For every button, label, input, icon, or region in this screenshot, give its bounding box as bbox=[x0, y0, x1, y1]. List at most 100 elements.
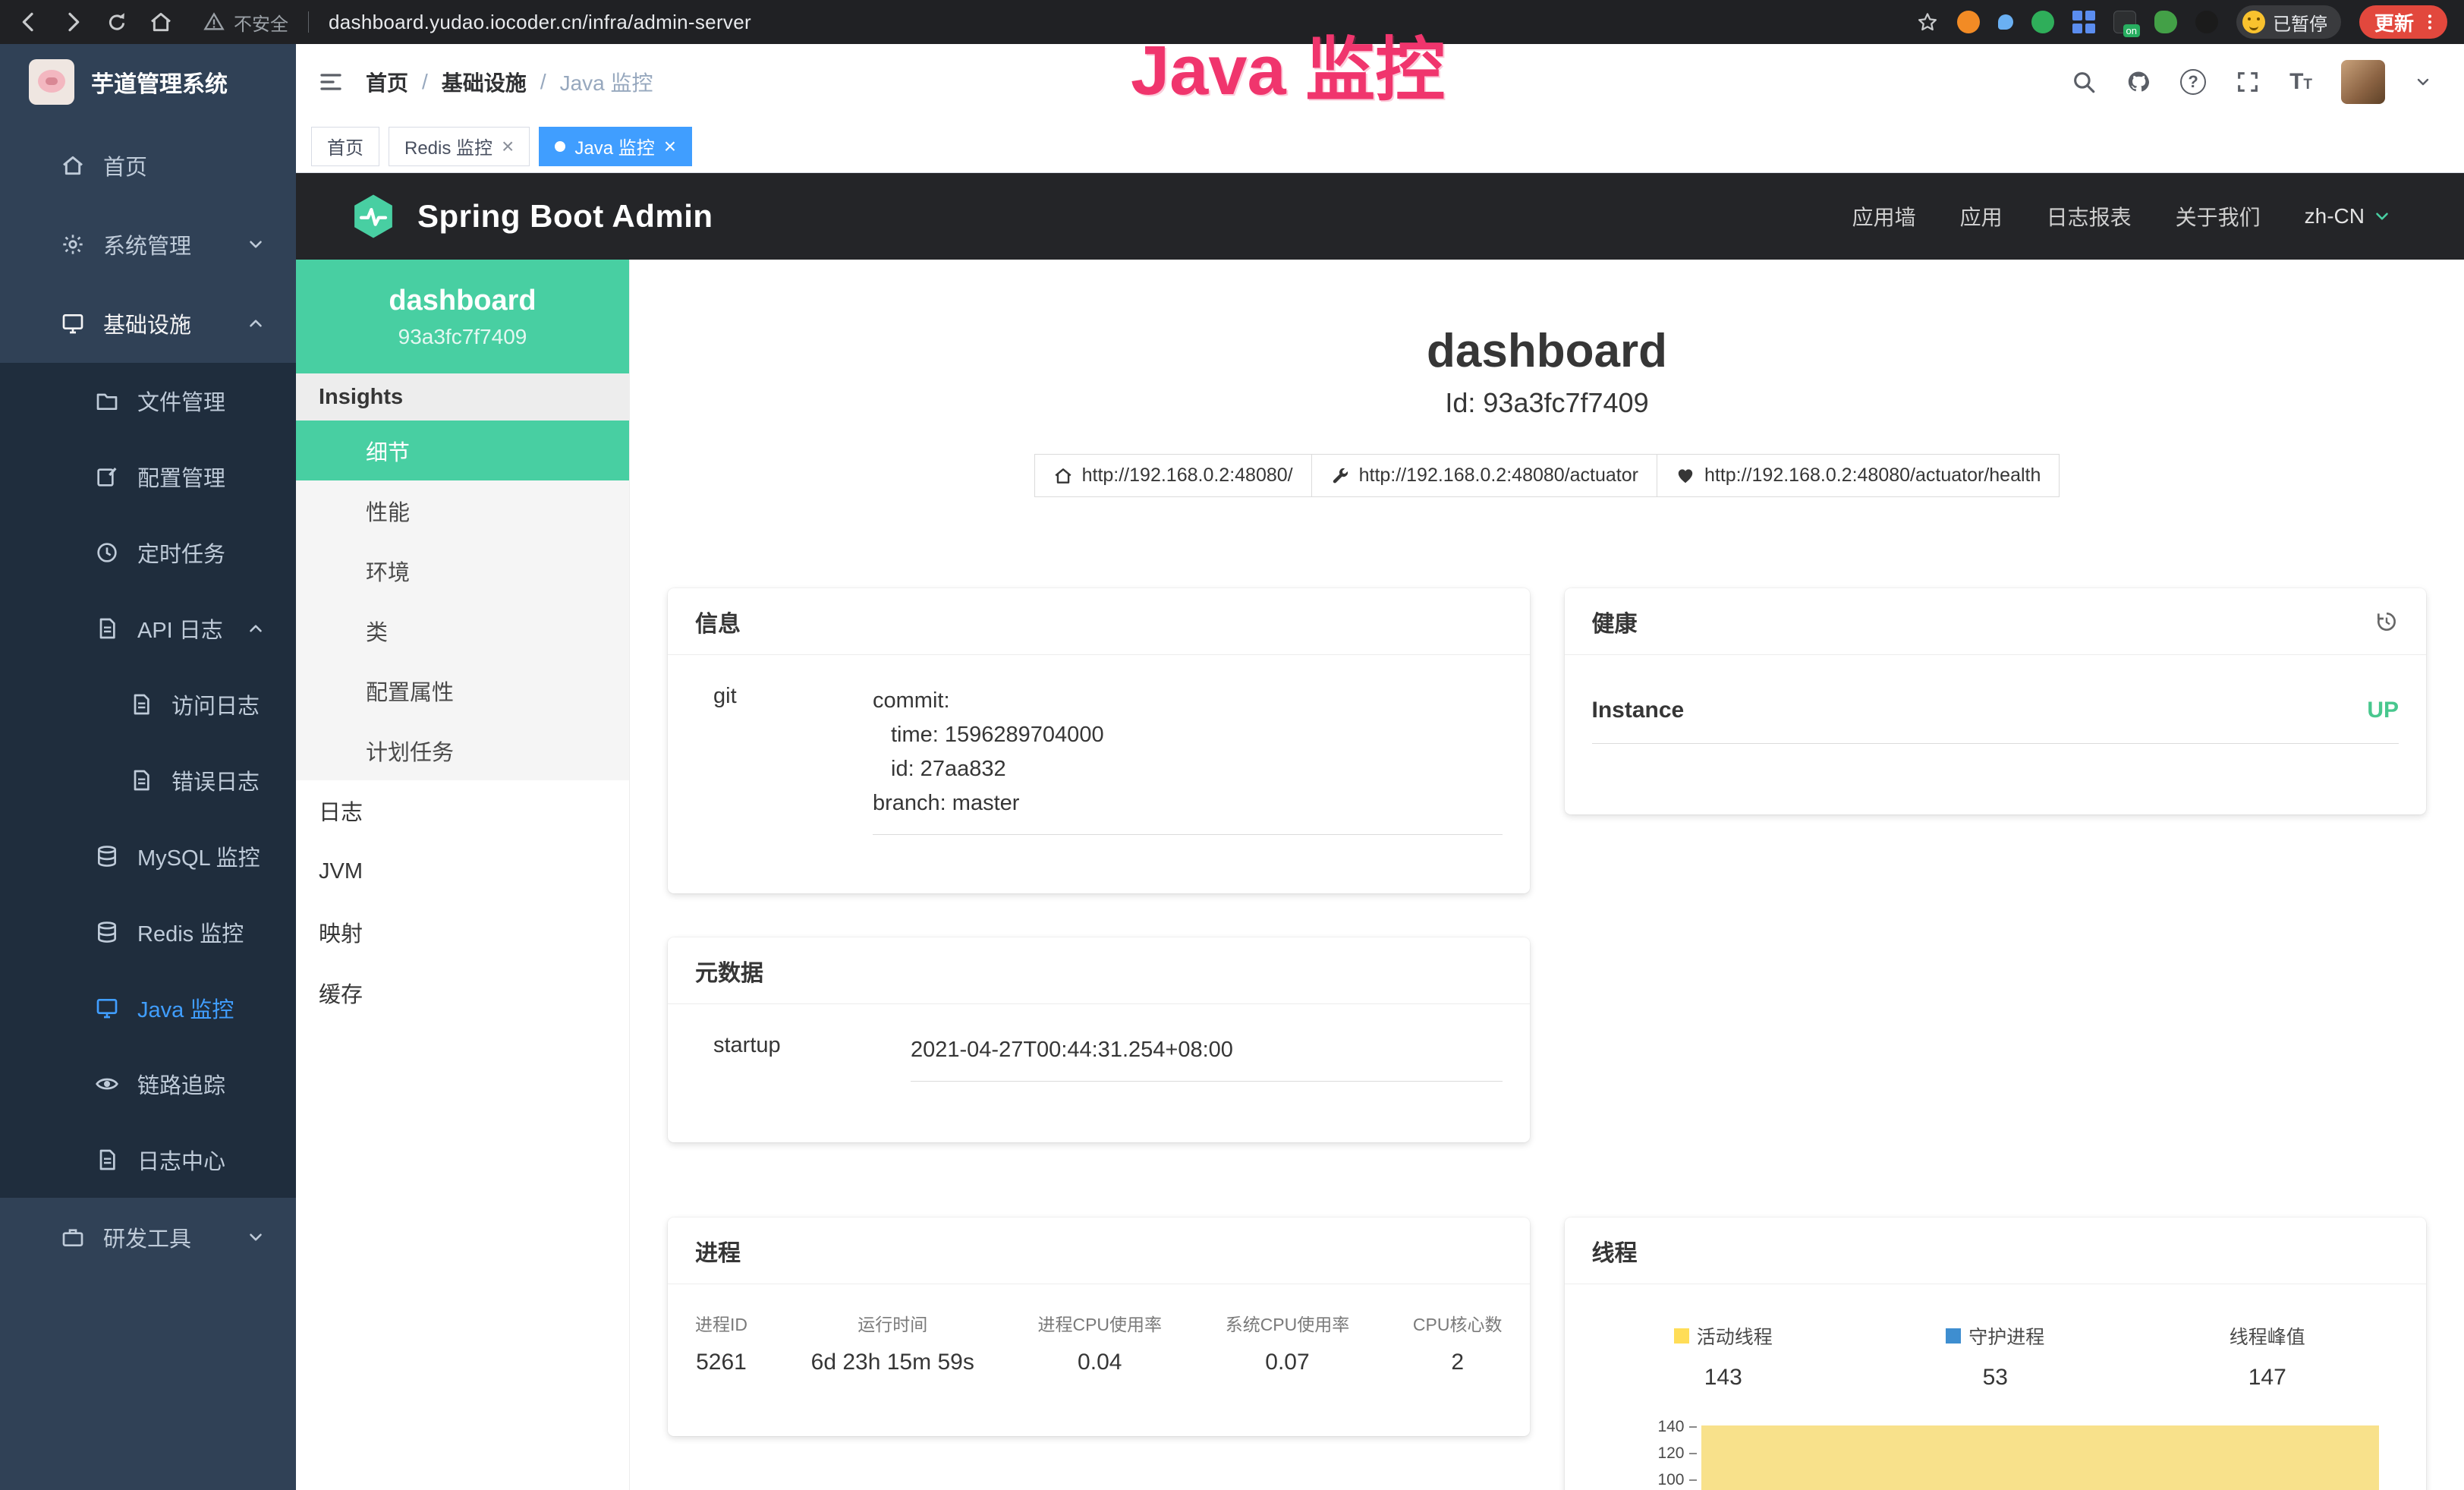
cell-value: 5261 bbox=[695, 1350, 747, 1375]
actuator-url-link[interactable]: http://192.168.0.2:48080/actuator bbox=[1311, 454, 1657, 497]
legend-label: 活动线程 bbox=[1697, 1322, 1773, 1350]
sidebar-item-infrastructure[interactable]: 基础设施 bbox=[0, 284, 296, 363]
cell-value: 0.07 bbox=[1226, 1350, 1350, 1375]
extension-icon-orange[interactable] bbox=[1957, 11, 1980, 33]
sba-item-caches[interactable]: 缓存 bbox=[296, 962, 629, 1023]
avatar[interactable] bbox=[2341, 60, 2385, 104]
sba-item-logs[interactable]: 日志 bbox=[296, 780, 629, 841]
sidebar-item-dev-tools[interactable]: 研发工具 bbox=[0, 1198, 296, 1277]
help-icon[interactable]: ? bbox=[2180, 69, 2206, 95]
database-icon bbox=[95, 920, 119, 944]
sidebar-item-java-monitor[interactable]: Java 监控 bbox=[0, 970, 296, 1046]
address-bar[interactable]: dashboard.yudao.iocoder.cn/infra/admin-s… bbox=[329, 11, 751, 34]
heart-icon bbox=[1676, 466, 1695, 486]
sidebar-item-file-management[interactable]: 文件管理 bbox=[0, 363, 296, 439]
chevron-down-icon[interactable] bbox=[2414, 73, 2432, 91]
sidebar-menu: 首页 系统管理 基础设施 文件管理 bbox=[0, 120, 296, 1277]
legend-live-threads: 活动线程 143 bbox=[1588, 1322, 1860, 1391]
health-url-link[interactable]: http://192.168.0.2:48080/actuator/health bbox=[1657, 454, 2060, 497]
browser-home-icon[interactable] bbox=[149, 10, 173, 34]
history-icon[interactable] bbox=[2374, 610, 2399, 634]
security-chip[interactable]: 不安全 bbox=[203, 9, 288, 36]
fullscreen-icon[interactable] bbox=[2235, 69, 2261, 95]
close-icon[interactable]: × bbox=[664, 136, 676, 157]
sidebar-item-label: Redis 监控 bbox=[137, 916, 244, 948]
emoji-face-icon bbox=[2242, 11, 2265, 33]
sba-item-configprops[interactable]: 配置属性 bbox=[296, 660, 629, 720]
sidebar-item-config-management[interactable]: 配置管理 bbox=[0, 439, 296, 515]
chevron-up-icon bbox=[246, 313, 266, 333]
search-icon[interactable] bbox=[2071, 69, 2097, 95]
extension-icon-drop[interactable] bbox=[1998, 14, 2013, 30]
sidebar-item-access-logs[interactable]: 访问日志 bbox=[0, 666, 296, 742]
app-sidebar: 芋道管理系统 首页 系统管理 基础设施 bbox=[0, 44, 296, 1490]
sba-item-jvm[interactable]: JVM bbox=[296, 841, 629, 902]
back-icon[interactable] bbox=[17, 10, 41, 34]
github-icon[interactable] bbox=[2126, 69, 2151, 95]
tab-redis-monitor[interactable]: Redis 监控 × bbox=[389, 127, 530, 166]
metadata-value: 2021-04-27T00:44:31.254+08:00 bbox=[911, 1033, 1503, 1082]
instance-header[interactable]: dashboard 93a3fc7f7409 bbox=[296, 260, 629, 373]
sidebar-item-mysql-monitor[interactable]: MySQL 监控 bbox=[0, 818, 296, 894]
sidebar-item-api-logs[interactable]: API 日志 bbox=[0, 591, 296, 666]
sba-item-details[interactable]: 细节 bbox=[296, 421, 629, 480]
sba-nav-about[interactable]: 关于我们 bbox=[2176, 201, 2261, 232]
chevron-up-icon bbox=[246, 619, 266, 638]
process-card-header: 进程 bbox=[668, 1218, 1530, 1284]
column-header: 运行时间 bbox=[811, 1310, 974, 1336]
sba-item-scheduled-tasks[interactable]: 计划任务 bbox=[296, 720, 629, 780]
update-button[interactable]: 更新 bbox=[2359, 5, 2447, 39]
process-cpu: 进程CPU使用率 0.04 bbox=[1037, 1310, 1162, 1375]
sidebar-item-home[interactable]: 首页 bbox=[0, 126, 296, 205]
breadcrumb-section[interactable]: 基础设施 bbox=[442, 67, 527, 97]
font-size-icon[interactable]: TT bbox=[2289, 71, 2312, 93]
breadcrumb-home[interactable]: 首页 bbox=[366, 67, 408, 97]
divider bbox=[308, 11, 309, 33]
extension-icon-leaf[interactable] bbox=[2154, 11, 2177, 33]
bookmark-star-icon[interactable] bbox=[1916, 11, 1939, 33]
forward-icon[interactable] bbox=[61, 10, 85, 34]
sidebar-item-label: 文件管理 bbox=[137, 385, 225, 417]
hamburger-icon[interactable] bbox=[317, 68, 345, 96]
card-title: 健康 bbox=[1592, 605, 1638, 638]
tab-java-monitor[interactable]: Java 监控 × bbox=[539, 127, 692, 166]
sba-item-classes[interactable]: 类 bbox=[296, 600, 629, 660]
reload-icon[interactable] bbox=[105, 10, 129, 34]
process-card-body: 进程ID 5261 运行时间 6d 23h 15m 59s 进程CPU使用率 bbox=[668, 1284, 1530, 1375]
sba-nav: 应用墙 应用 日志报表 关于我们 zh-CN bbox=[1852, 201, 2392, 232]
paused-badge[interactable]: 已暂停 bbox=[2236, 5, 2341, 39]
sba-item-mappings[interactable]: 映射 bbox=[296, 902, 629, 962]
legend-value: 53 bbox=[1983, 1365, 2008, 1391]
browser-actions: on 已暂停 更新 bbox=[1916, 5, 2447, 39]
info-line: time: 1596289704000 bbox=[891, 718, 1503, 752]
sidebar-item-label: 链路追踪 bbox=[137, 1068, 225, 1100]
column-header: 进程ID bbox=[695, 1310, 747, 1336]
sidebar-item-scheduled-tasks[interactable]: 定时任务 bbox=[0, 515, 296, 591]
health-row[interactable]: Instance UP bbox=[1592, 698, 2399, 744]
tab-home[interactable]: 首页 bbox=[311, 127, 379, 166]
sidebar-item-error-logs[interactable]: 错误日志 bbox=[0, 742, 296, 818]
threads-card-header: 线程 bbox=[1565, 1218, 2427, 1284]
sidebar-item-system-management[interactable]: 系统管理 bbox=[0, 205, 296, 284]
sba-item-environment[interactable]: 环境 bbox=[296, 540, 629, 600]
extension-icon-switch[interactable]: on bbox=[2113, 11, 2136, 33]
column-header: 系统CPU使用率 bbox=[1226, 1310, 1350, 1336]
sba-nav-journal[interactable]: 日志报表 bbox=[2047, 201, 2132, 232]
extension-icon-green[interactable] bbox=[2031, 11, 2054, 33]
sidebar-item-label: 研发工具 bbox=[103, 1221, 191, 1253]
sba-nav-applications[interactable]: 应用 bbox=[1960, 201, 2003, 232]
sidebar-item-tracing[interactable]: 链路追踪 bbox=[0, 1046, 296, 1122]
chart-y-axis: 140 120 100 bbox=[1588, 1413, 1701, 1490]
extension-icon-grid[interactable] bbox=[2072, 11, 2095, 33]
sidebar-item-log-center[interactable]: 日志中心 bbox=[0, 1122, 296, 1198]
service-url-link[interactable]: http://192.168.0.2:48080/ bbox=[1034, 454, 1312, 497]
info-card: 信息 git commit: time: 1596289704000 id: 2… bbox=[668, 588, 1530, 893]
kebab-menu-icon[interactable] bbox=[2420, 12, 2440, 32]
close-icon[interactable]: × bbox=[502, 136, 514, 157]
sidebar-item-redis-monitor[interactable]: Redis 监控 bbox=[0, 894, 296, 970]
sba-nav-wallboard[interactable]: 应用墙 bbox=[1852, 201, 1916, 232]
doc-icon bbox=[129, 692, 153, 717]
locale-select[interactable]: zh-CN bbox=[2305, 204, 2392, 228]
sba-item-performance[interactable]: 性能 bbox=[296, 480, 629, 540]
extension-icon-paw[interactable] bbox=[2195, 11, 2218, 33]
